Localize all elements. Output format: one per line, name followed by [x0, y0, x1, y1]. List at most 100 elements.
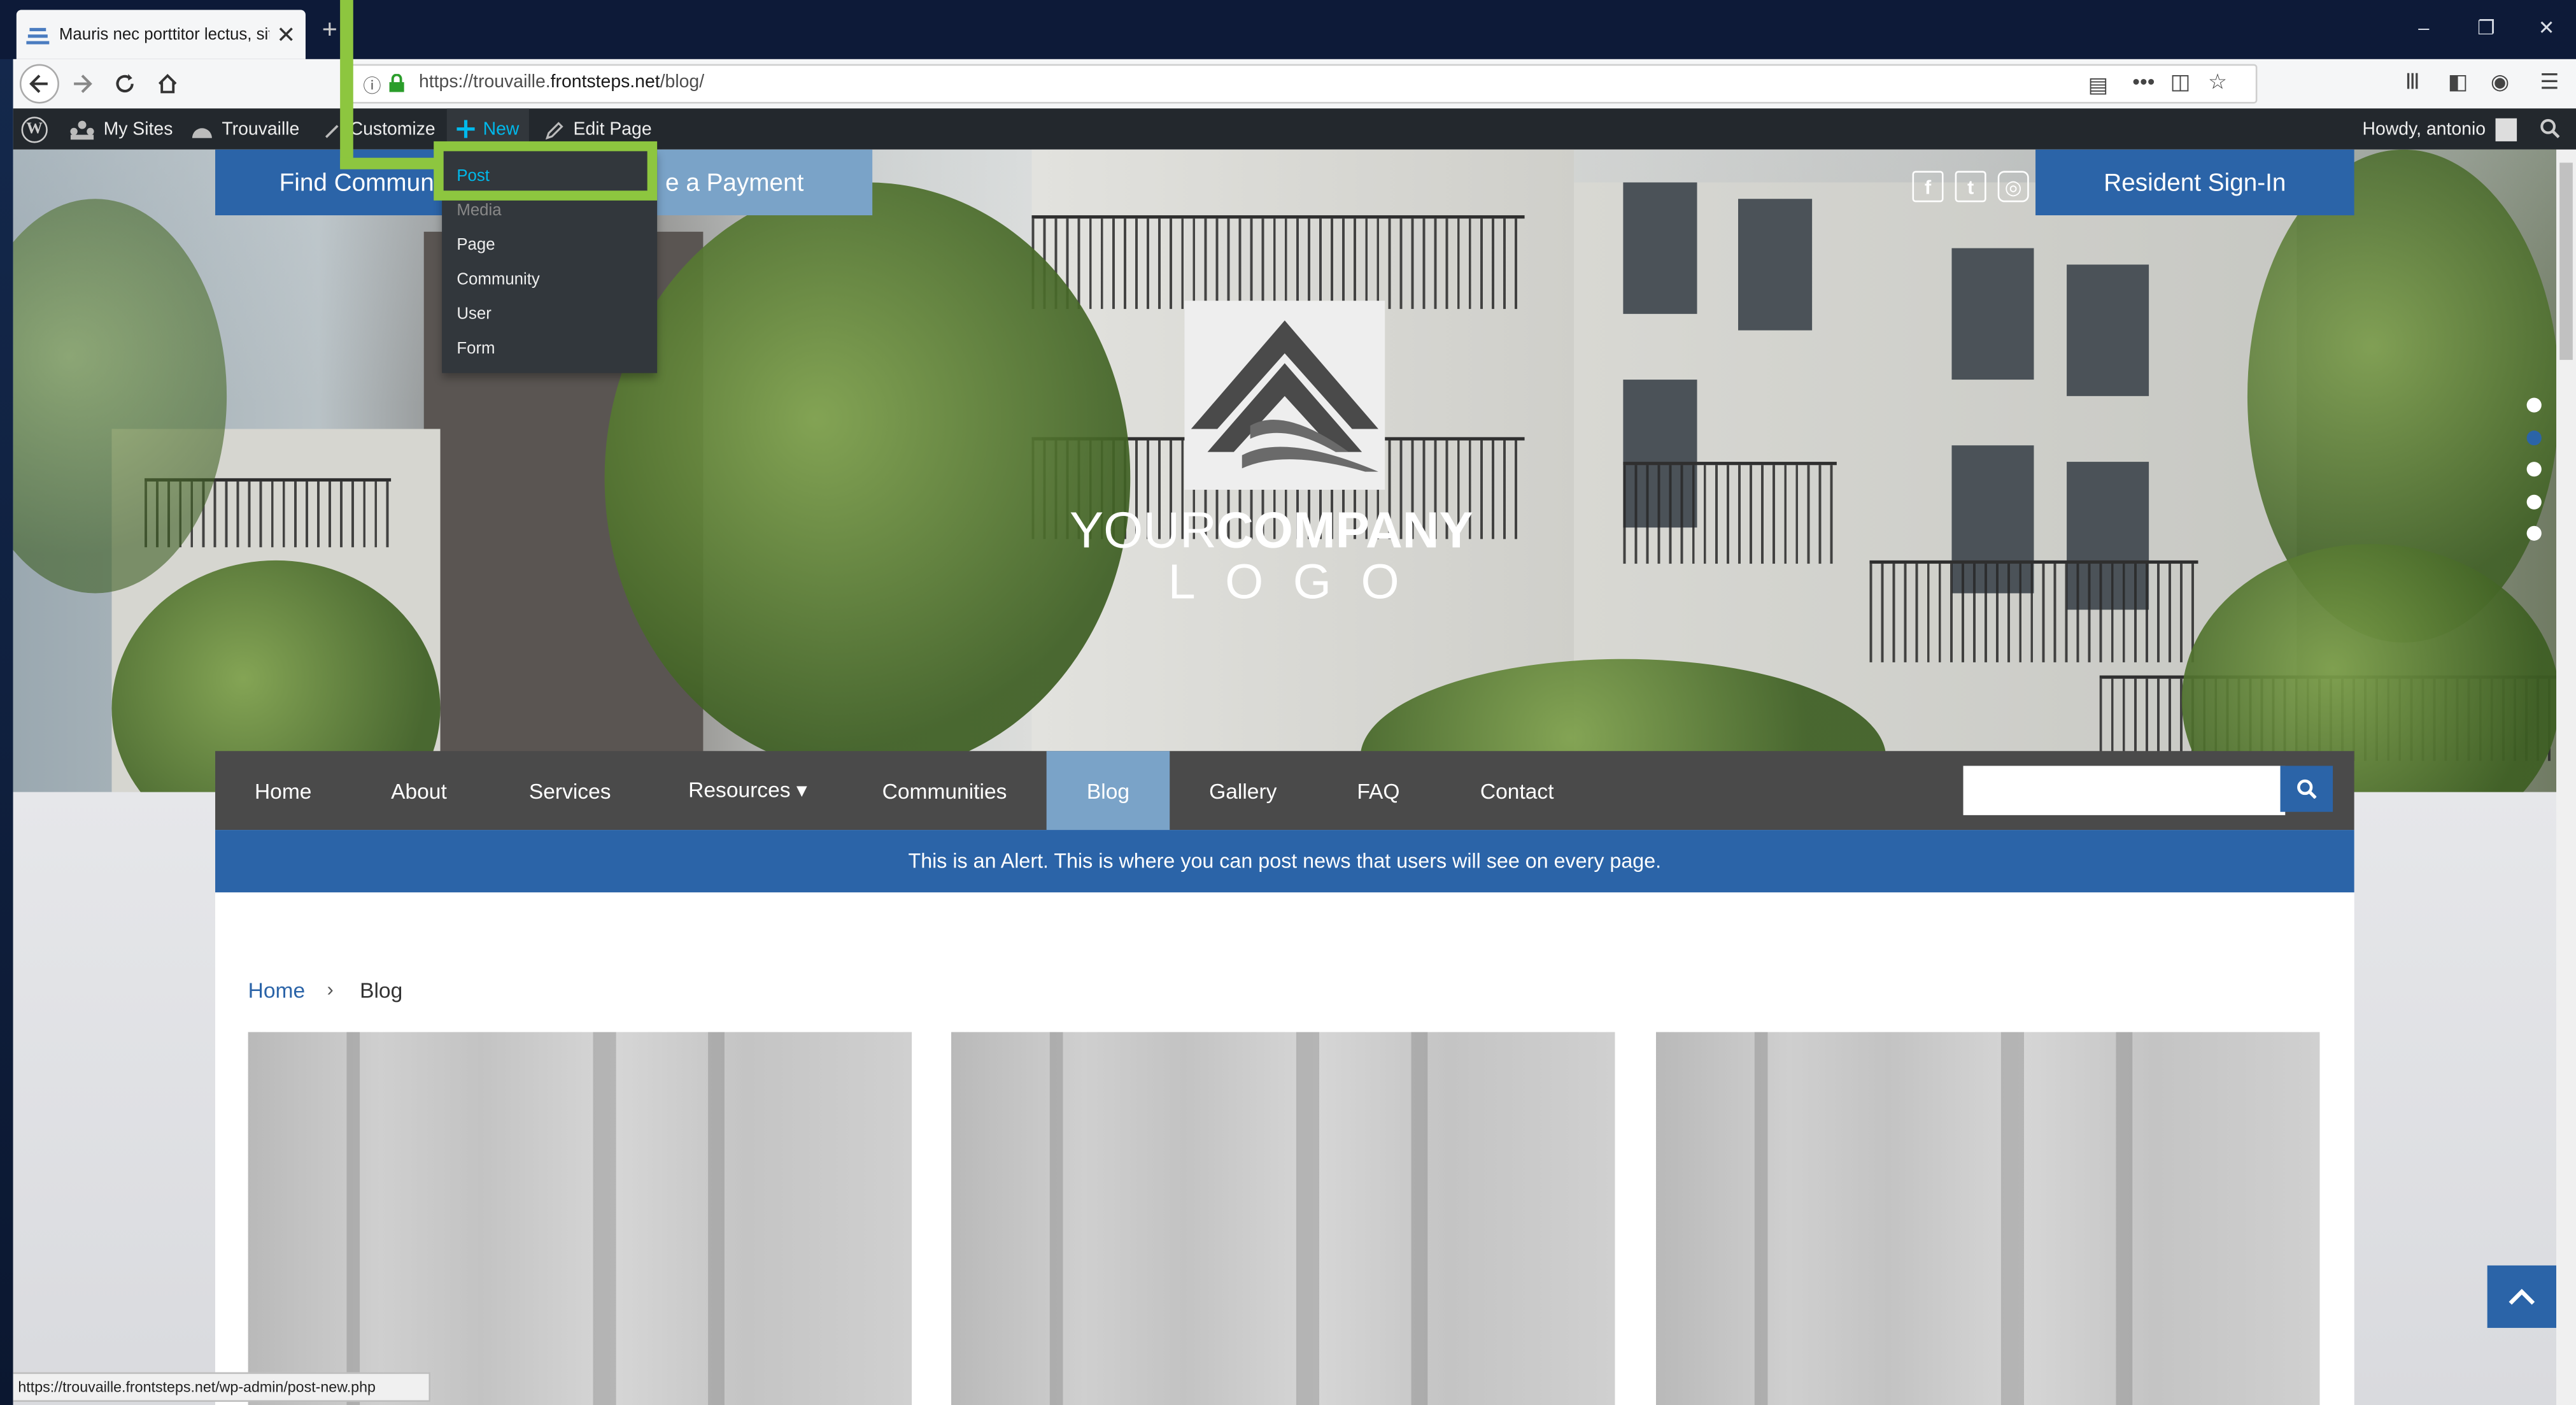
brush-icon — [325, 124, 339, 138]
network-icon — [70, 120, 94, 139]
pocket-icon[interactable]: ◫ — [2170, 69, 2191, 95]
my-sites-menu[interactable]: My Sites — [69, 108, 173, 150]
page-side-background-left — [13, 792, 216, 1405]
library-icon[interactable]: Ⅲ — [2405, 69, 2420, 95]
slider-dots — [2526, 397, 2542, 558]
scrollbar-thumb[interactable] — [2559, 162, 2573, 360]
nav-faq[interactable]: FAQ — [1357, 751, 1399, 830]
url-path: /blog/ — [660, 72, 705, 92]
logo-subtext: LOGO — [1168, 555, 1429, 610]
nav-about[interactable]: About — [391, 751, 447, 830]
account-icon[interactable]: ◉ — [2491, 69, 2509, 95]
nav-resources[interactable]: Resources ▾ — [688, 751, 807, 830]
minimize-button[interactable]: – — [2418, 17, 2429, 39]
menu-item-community[interactable]: Community — [456, 271, 540, 289]
back-button[interactable] — [19, 64, 59, 104]
search-icon[interactable] — [2540, 118, 2560, 138]
site-name-menu[interactable]: Trouvaille — [190, 108, 299, 150]
window — [1623, 182, 1697, 314]
site-search-input[interactable] — [1963, 766, 2286, 815]
blog-post-card-image[interactable] — [951, 1032, 1615, 1405]
page-actions-icon[interactable]: ••• — [2132, 69, 2155, 94]
tree-trunk — [1754, 1032, 1768, 1405]
slider-dot[interactable] — [2526, 494, 2542, 509]
slider-dot-active[interactable] — [2526, 429, 2542, 445]
balcony-railing — [1869, 560, 2198, 662]
new-tab-button[interactable]: + — [322, 17, 337, 46]
highlight-box — [434, 141, 658, 201]
logo-your: YOUR — [1069, 501, 1217, 559]
window — [1738, 199, 1813, 331]
breadcrumb-home-link[interactable]: Home — [248, 978, 306, 1002]
address-bar[interactable]: ⓘ https://trouvaille.frontsteps.net/blog… — [348, 64, 2258, 104]
customize-link[interactable]: Customize — [322, 108, 435, 150]
blog-post-card-image[interactable] — [248, 1032, 912, 1405]
slider-dot[interactable] — [2526, 462, 2542, 477]
tree-trunk — [1049, 1032, 1063, 1405]
tree-trunk — [2116, 1032, 2133, 1405]
browser-tab[interactable]: Mauris nec porttitor lectus, sit a ✕ — [16, 10, 306, 59]
tree-trunk — [2000, 1032, 2025, 1405]
balcony-railing — [1031, 215, 1525, 310]
instagram-icon[interactable]: ◎ — [1997, 171, 2029, 203]
new-label: New — [483, 119, 520, 139]
edit-page-label: Edit Page — [573, 119, 652, 139]
site-favicon-icon — [26, 27, 50, 45]
reload-icon — [116, 74, 134, 93]
user-account-menu[interactable]: Howdy, antonio — [2363, 108, 2517, 150]
menu-item-form[interactable]: Form — [456, 340, 495, 358]
highlight-callout-line — [340, 0, 353, 168]
close-window-button[interactable]: ✕ — [2538, 17, 2555, 39]
breadcrumb-separator: › — [327, 978, 334, 1001]
menu-item-user[interactable]: User — [456, 306, 492, 324]
nav-blog[interactable]: Blog — [1046, 751, 1170, 831]
sidebar-icon[interactable]: ◧ — [2448, 69, 2468, 95]
my-sites-label: My Sites — [103, 119, 173, 139]
menu-icon[interactable]: ☰ — [2540, 69, 2559, 95]
tree — [604, 182, 1131, 774]
search-icon — [2297, 779, 2317, 799]
bookmark-star-icon[interactable]: ☆ — [2208, 69, 2227, 95]
balcony-railing — [1623, 462, 1837, 564]
pencil-icon — [545, 121, 563, 139]
wp-logo-button[interactable]: W — [21, 108, 48, 150]
resident-sign-in-button[interactable]: Resident Sign-In — [2035, 149, 2354, 216]
site-search-button[interactable] — [2280, 766, 2333, 812]
tree-trunk — [1411, 1032, 1428, 1405]
url-host: frontsteps.net — [550, 72, 660, 92]
window — [2067, 264, 2149, 396]
find-community-label: Find Communi — [279, 168, 440, 197]
slider-dot[interactable] — [2526, 397, 2542, 413]
slider-dot[interactable] — [2526, 525, 2542, 541]
menu-item-media[interactable]: Media — [456, 202, 501, 220]
dashboard-icon — [192, 127, 212, 138]
status-bar-url: https://trouvaille.frontsteps.net/wp-adm… — [13, 1372, 431, 1402]
avatar — [2495, 117, 2517, 141]
wp-admin-bar: W My Sites Trouvaille Customize New Edit… — [13, 108, 2576, 150]
facebook-icon[interactable]: f — [1912, 171, 1944, 203]
home-button[interactable] — [148, 64, 187, 104]
restore-button[interactable]: ❐ — [2477, 17, 2495, 39]
tree-trunk — [708, 1032, 725, 1405]
arrow-left-icon — [29, 75, 48, 93]
nav-home[interactable]: Home — [255, 751, 312, 830]
forward-button[interactable] — [62, 64, 102, 104]
company-logo-mark — [1184, 301, 1385, 490]
nav-communities[interactable]: Communities — [882, 751, 1007, 830]
make-payment-button[interactable]: e a Payment — [653, 149, 873, 216]
nav-services[interactable]: Services — [529, 751, 611, 830]
menu-item-page[interactable]: Page — [456, 237, 495, 255]
nav-contact[interactable]: Contact — [1480, 751, 1554, 830]
blog-post-card-image[interactable] — [1656, 1032, 2320, 1405]
reader-view-icon[interactable]: ▤ — [2088, 73, 2109, 99]
twitter-icon[interactable]: t — [1955, 171, 1986, 203]
info-icon[interactable]: ⓘ — [363, 73, 381, 99]
breadcrumb-current: Blog — [360, 978, 403, 1003]
page-scrollbar[interactable] — [2556, 149, 2576, 1405]
tab-close-icon[interactable]: ✕ — [276, 20, 295, 48]
site-name-label: Trouvaille — [222, 119, 300, 139]
scroll-to-top-button[interactable] — [2487, 1265, 2557, 1328]
home-icon — [158, 73, 177, 94]
nav-gallery[interactable]: Gallery — [1209, 751, 1277, 830]
reload-button[interactable] — [105, 64, 145, 104]
